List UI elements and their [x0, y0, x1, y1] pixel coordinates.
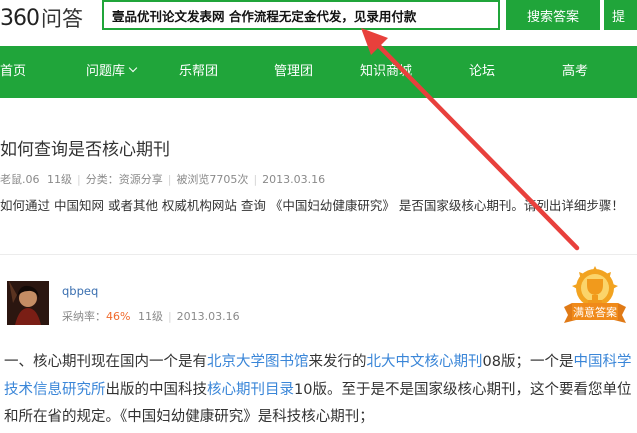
answer-text-segment: 来发行的: [308, 354, 367, 370]
nav-item-knowledge-mall[interactable]: 知识商城: [360, 46, 412, 98]
answer-text-segment: 08版；一个是: [482, 354, 574, 370]
nav-item-gaokao[interactable]: 高考: [562, 46, 588, 98]
answerer-level: 11级: [137, 310, 163, 323]
rate-value: 46%: [106, 310, 131, 323]
main-nav: 首页 问题库 乐帮团 管理团 知识商城 论坛 高考: [0, 46, 637, 98]
logo-text: 问答: [41, 7, 83, 31]
nav-item-home[interactable]: 首页: [0, 46, 26, 98]
header: 360 问答 壹品优刊论文发表网 合作流程无定金代发，见录用付款 搜索答案 提: [0, 0, 637, 38]
user-avatar[interactable]: [7, 281, 49, 325]
question-category[interactable]: 分类：资源分享: [86, 173, 163, 186]
search-input-value: 壹品优刊论文发表网 合作流程无定金代发，见录用付款: [112, 8, 417, 24]
answerer-name[interactable]: qbpeq: [62, 284, 98, 298]
rate-label: 采纳率：: [62, 310, 106, 323]
nav-item-question-bank[interactable]: 问题库: [86, 46, 138, 98]
logo-number: 360: [0, 5, 40, 31]
answer-meta: 采纳率：46% 11级 | 2013.03.16: [62, 310, 240, 323]
nav-item-admin-team[interactable]: 管理团: [274, 46, 313, 98]
question-meta: 老鼠.06 11级 | 分类：资源分享 | 被浏览7705次 | 2013.03.16: [0, 173, 326, 186]
question-date: 2013.03.16: [262, 173, 326, 186]
link-peking-university-library[interactable]: 北京大学图书馆: [207, 354, 309, 370]
search-input[interactable]: 壹品优刊论文发表网 合作流程无定金代发，见录用付款: [102, 0, 500, 30]
asker-name[interactable]: 老鼠.06: [0, 173, 40, 186]
answer-text-segment: 出版的中国科技: [105, 381, 208, 398]
question-description: 如何通过 中国知网 或者其他 权威机构网站 查询 《中国妇幼健康研究》 是否国家…: [0, 198, 624, 213]
answer-date: 2013.03.16: [176, 310, 240, 323]
asker-level: 11级: [47, 173, 72, 186]
chevron-down-icon: [128, 63, 138, 73]
answer-text-segment: 一、核心期刊现在国内一个是有: [4, 354, 207, 370]
nav-item-label: 问题库: [86, 64, 126, 79]
answer-content: 一、核心期刊现在国内一个是有北京大学图书馆来发行的北大中文核心期刊08版；一个是…: [4, 349, 636, 432]
badge-text: 满意答案: [573, 305, 617, 319]
divider: [0, 254, 637, 255]
satisfied-answer-trophy-icon: 满意答案: [562, 265, 628, 327]
search-answer-button[interactable]: 搜索答案: [506, 0, 600, 30]
site-logo[interactable]: 360 问答: [0, 4, 83, 32]
ask-question-button[interactable]: 提: [604, 0, 637, 30]
question-title: 如何查询是否核心期刊: [0, 140, 170, 160]
link-core-journal-list[interactable]: 核心期刊目录: [207, 382, 294, 398]
nav-item-help-team[interactable]: 乐帮团: [179, 46, 218, 98]
link-pku-chinese-core-journals[interactable]: 北大中文核心期刊: [367, 354, 483, 370]
view-count: 被浏览7705次: [176, 173, 249, 186]
nav-item-forum[interactable]: 论坛: [469, 46, 495, 98]
